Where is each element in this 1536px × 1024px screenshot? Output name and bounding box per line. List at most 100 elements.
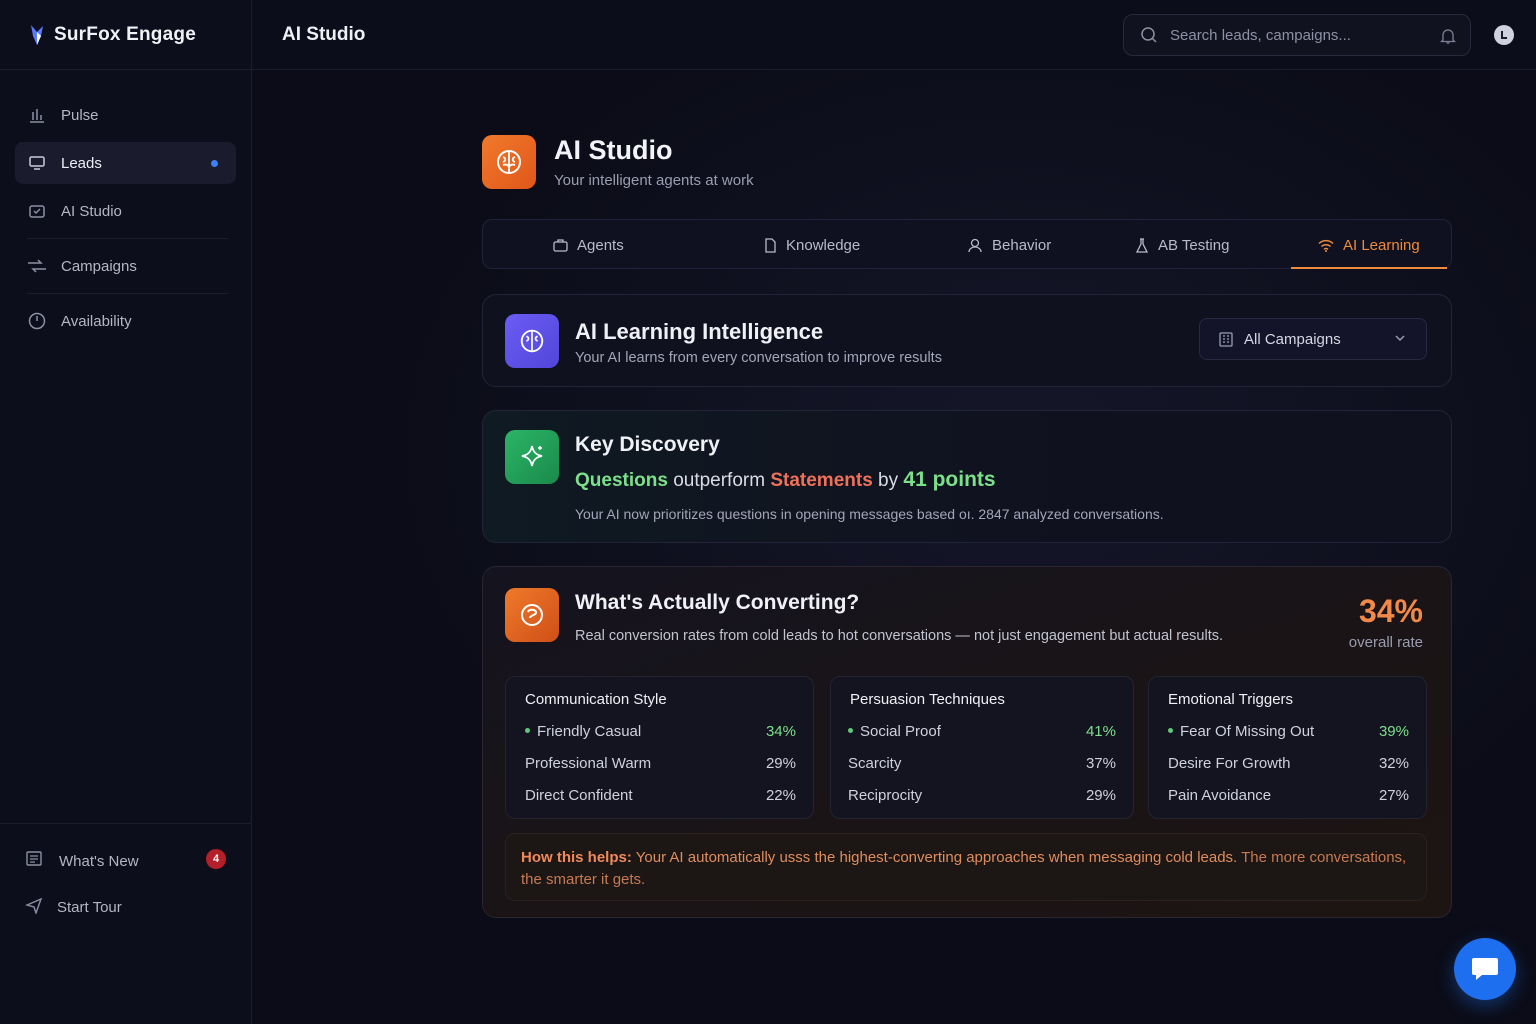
sidebar-item-label: Campaigns	[61, 257, 137, 275]
losing-style: Statements	[770, 470, 873, 491]
brain-icon	[505, 314, 559, 368]
whats-new-link[interactable]: What's New 4	[15, 838, 236, 884]
main-content: AI Studio Your intelligent agents at wor…	[252, 71, 1536, 1024]
whats-new-label: What's New	[59, 852, 139, 870]
plane-icon	[24, 896, 43, 918]
item-percent: 29%	[765, 755, 796, 772]
start-tour-link[interactable]: Start Tour	[15, 884, 236, 930]
sidebar-footer: What's New 4 Start Tour	[0, 823, 251, 944]
tab-agents[interactable]: Agents	[553, 220, 624, 270]
item-percent: 29%	[1085, 787, 1116, 804]
headline-verb: outperform	[673, 470, 766, 491]
ai-learning-card: AI Learning Intelligence Your AI learns …	[482, 294, 1452, 387]
helps-text: Your AI automatically usss the highest-c…	[635, 849, 1238, 866]
key-discovery-card: Key Discovery Questions outperform State…	[482, 410, 1452, 543]
sparkle-icon	[505, 430, 559, 484]
sidebar-item-label: Availability	[61, 312, 132, 330]
wifi-icon	[1318, 239, 1334, 252]
discovery-note: Your AI now prioritizes questions in ope…	[575, 506, 1164, 522]
flask-icon	[1135, 237, 1149, 253]
card-title: AI Learning Intelligence	[575, 319, 824, 344]
card-title: What's Actually Converting?	[575, 591, 860, 614]
campaign-filter-dropdown[interactable]: All Campaigns	[1199, 318, 1427, 360]
notification-badge: 4	[206, 849, 226, 869]
brand[interactable]: SurFox Engage	[0, 0, 251, 70]
tab-label: Behavior	[992, 236, 1052, 254]
sidebar-item-pulse[interactable]: Pulse	[15, 94, 236, 136]
list-item: Fear Of Missing Out 39%	[1168, 723, 1409, 740]
panel-title: Emotional Triggers	[1168, 691, 1294, 708]
item-label: Desire For Growth	[1168, 755, 1291, 772]
divider	[27, 238, 228, 239]
sidebar-item-label: AI Studio	[61, 202, 122, 220]
tab-label: Agents	[577, 236, 624, 254]
active-tab-underline	[1291, 267, 1447, 269]
campaigns-icon	[27, 256, 47, 276]
search-icon	[1141, 27, 1157, 43]
item-percent: 39%	[1378, 723, 1409, 740]
panel-title: Persuasion Techniques	[850, 691, 1005, 708]
studio-icon	[27, 201, 47, 221]
emotional-triggers-panel: Emotional Triggers Fear Of Missing Out 3…	[1148, 676, 1427, 819]
card-title: Key Discovery	[575, 433, 720, 456]
item-label: Reciprocity	[848, 787, 923, 804]
briefcase-icon	[553, 239, 568, 252]
dropdown-value: All Campaigns	[1244, 330, 1341, 348]
search-box[interactable]	[1123, 14, 1471, 56]
points-difference: 41 points	[903, 468, 996, 491]
item-percent: 22%	[765, 787, 796, 804]
sidebar-item-campaigns[interactable]: Campaigns	[15, 245, 236, 287]
user-avatar[interactable]	[1494, 25, 1514, 45]
tab-ai-learning[interactable]: AI Learning	[1318, 220, 1420, 270]
list-item: Scarcity 37%	[848, 755, 1116, 772]
building-icon	[1219, 332, 1233, 347]
overall-rate-value: 34%	[1358, 593, 1423, 629]
item-label: Fear Of Missing Out	[1180, 723, 1315, 740]
page-subtitle: Your intelligent agents at work	[554, 172, 754, 189]
news-icon	[25, 850, 45, 872]
sidebar-item-availability[interactable]: Availability	[15, 300, 236, 342]
fox-logo-icon	[31, 24, 43, 45]
tab-bar: Agents Knowledge Behavior AB Testing AI …	[482, 219, 1452, 269]
item-label: Friendly Casual	[537, 723, 642, 740]
list-item: Pain Avoidance 27%	[1168, 787, 1409, 804]
search-input[interactable]	[1170, 26, 1420, 44]
divider	[27, 293, 228, 294]
list-item: Social Proof 41%	[848, 723, 1116, 740]
top-indicator-dot	[1168, 727, 1173, 733]
card-subtitle: Your AI learns from every conversation t…	[575, 350, 942, 366]
tab-knowledge[interactable]: Knowledge	[764, 220, 860, 270]
top-indicator-dot	[525, 727, 530, 733]
panel-title: Communication Style	[525, 691, 667, 708]
item-percent: 37%	[1085, 755, 1116, 772]
tab-label: AI Learning	[1343, 236, 1420, 254]
tab-behavior[interactable]: Behavior	[967, 220, 1051, 270]
tab-ab-testing[interactable]: AB Testing	[1135, 220, 1229, 270]
sidebar-item-ai-studio[interactable]: AI Studio	[15, 190, 236, 232]
headline-by: by	[878, 470, 899, 491]
list-item: Professional Warm 29%	[525, 755, 796, 772]
sidebar-item-leads[interactable]: Leads	[15, 142, 236, 184]
item-percent: 32%	[1378, 755, 1409, 772]
item-percent: 41%	[1085, 723, 1116, 740]
active-indicator-dot	[211, 159, 218, 167]
card-subtitle: Real conversion rates from cold leads to…	[575, 628, 1224, 644]
item-percent: 34%	[765, 723, 796, 740]
list-item: Direct Confident 22%	[525, 787, 796, 804]
bar-chart-icon	[27, 105, 47, 125]
tab-label: AB Testing	[1158, 236, 1230, 254]
page-header: AI Studio Your intelligent agents at wor…	[482, 135, 754, 189]
discovery-headline: Questions outperform Statements by 41 po…	[575, 468, 996, 492]
clock-icon	[27, 311, 47, 331]
sidebar: SurFox Engage Pulse Leads AI Studio Camp…	[0, 0, 252, 1024]
item-label: Scarcity	[848, 755, 902, 772]
app-root: SurFox Engage Pulse Leads AI Studio Camp…	[0, 0, 1536, 1024]
sidebar-item-label: Pulse	[61, 106, 99, 124]
user-avatar-icon	[1501, 31, 1507, 39]
bell-icon[interactable]	[1440, 27, 1456, 45]
winning-style: Questions	[575, 470, 668, 491]
sidebar-item-label: Leads	[61, 154, 102, 172]
target-icon	[505, 588, 559, 642]
persuasion-techniques-panel: Persuasion Techniques Social Proof 41% S…	[830, 676, 1134, 819]
chat-button[interactable]	[1454, 938, 1516, 1000]
